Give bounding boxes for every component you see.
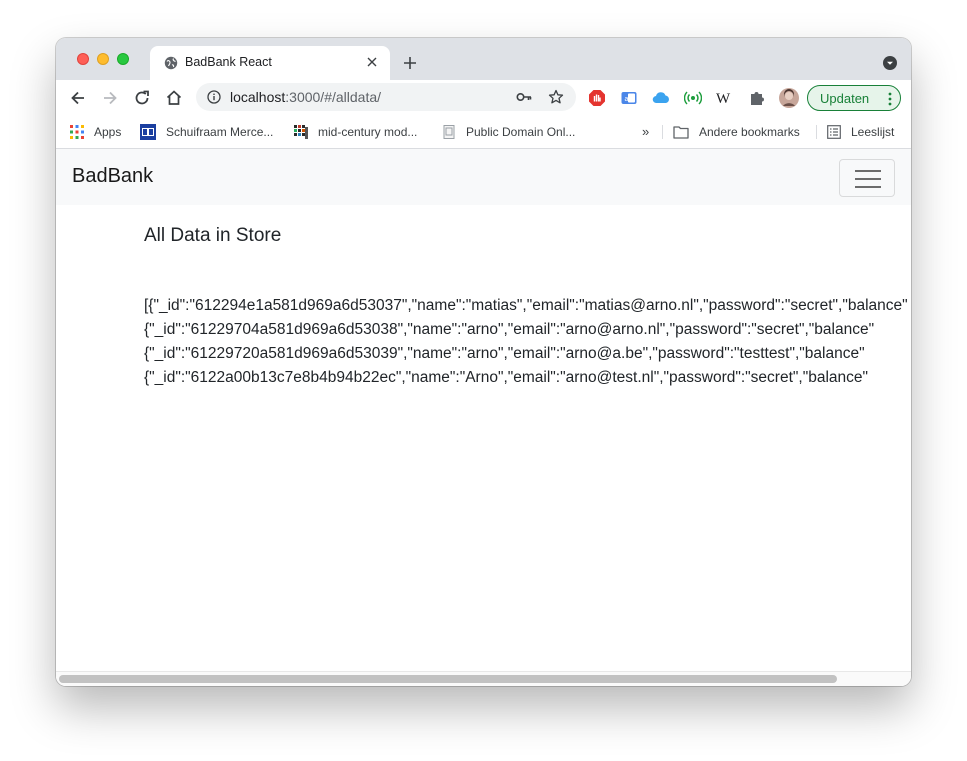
bookmarks-bar: Apps Schuifraam Merce... mid-century mod… — [56, 116, 911, 149]
cloud-extension-icon[interactable] — [652, 89, 670, 107]
reading-list-icon — [827, 125, 841, 139]
navbar-toggle-button[interactable] — [839, 159, 895, 197]
site-favicon-icon — [140, 124, 156, 140]
avatar[interactable] — [779, 88, 799, 108]
hamburger-icon — [855, 178, 881, 180]
more-menu-icon[interactable] — [888, 92, 892, 106]
bookmark-apps[interactable]: Apps — [70, 124, 121, 140]
extensions-puzzle-icon[interactable] — [748, 89, 766, 107]
broadcast-extension-icon[interactable] — [684, 89, 702, 107]
app-navbar: BadBank — [56, 149, 911, 205]
globe-icon — [164, 56, 178, 70]
tab-strip: BadBank React — [56, 38, 911, 80]
close-window-button[interactable] — [77, 53, 89, 65]
forward-arrow-icon[interactable] — [100, 88, 120, 108]
zoom-window-button[interactable] — [117, 53, 129, 65]
bookmarks-divider — [816, 125, 817, 139]
apps-grid-icon — [70, 125, 84, 139]
reload-icon[interactable] — [132, 88, 152, 108]
bookmark-public-domain[interactable]: Public Domain Onl... — [442, 124, 575, 140]
home-icon[interactable] — [164, 88, 184, 108]
info-icon[interactable] — [207, 90, 221, 104]
new-tab-icon[interactable] — [400, 53, 420, 73]
address-bar[interactable]: localhost:3000/#/alldata/ — [196, 83, 576, 111]
url-text: localhost:3000/#/alldata/ — [230, 89, 381, 105]
page-favicon-icon — [443, 125, 455, 139]
hamburger-icon — [855, 186, 881, 188]
close-tab-icon[interactable] — [364, 54, 380, 70]
bookmark-leeslijst[interactable]: Leeslijst — [827, 124, 894, 140]
folder-icon — [673, 126, 689, 139]
scrollbar-thumb[interactable] — [59, 675, 837, 683]
bookmark-schuifraam[interactable]: Schuifraam Merce... — [140, 124, 273, 140]
data-record-line: {"_id":"61229720a581d969a6d53039","name"… — [144, 345, 865, 362]
browser-toolbar: localhost:3000/#/alldata/ a W Updaten — [56, 80, 911, 116]
key-icon[interactable] — [516, 90, 532, 104]
update-browser-button[interactable]: Updaten — [807, 85, 901, 111]
tab-title: BadBank React — [185, 55, 272, 69]
tab-badbank[interactable]: BadBank React — [150, 46, 390, 80]
tab-search-icon[interactable] — [883, 56, 897, 70]
url-path: :3000/#/alldata/ — [285, 89, 382, 105]
data-record-line: {"_id":"61229704a581d969a6d53038","name"… — [144, 321, 875, 338]
bookmark-mid-century[interactable]: mid-century mod... — [294, 124, 417, 140]
horizontal-scrollbar[interactable] — [56, 671, 911, 686]
page-title: All Data in Store — [144, 225, 282, 246]
minimize-window-button[interactable] — [97, 53, 109, 65]
url-host: localhost — [230, 89, 286, 105]
bookmark-andere[interactable]: Andere bookmarks — [673, 124, 800, 140]
adblock-extension-icon[interactable] — [588, 89, 606, 107]
update-button-label: Updaten — [820, 91, 870, 106]
more-bookmarks-chevron-icon[interactable]: » — [642, 124, 649, 139]
svg-text:a: a — [625, 96, 629, 103]
bookmarks-divider — [662, 125, 663, 139]
wikipedia-extension-icon[interactable]: W — [716, 89, 734, 107]
site-favicon-icon — [294, 125, 308, 139]
back-arrow-icon[interactable] — [68, 88, 88, 108]
navbar-brand[interactable]: BadBank — [72, 165, 153, 188]
data-record-line: [{"_id":"612294e1a581d969a6d53037","name… — [144, 297, 908, 314]
svg-text:W: W — [716, 91, 731, 107]
bookmark-star-icon[interactable] — [548, 89, 564, 105]
translate-extension-icon[interactable]: a — [620, 89, 638, 107]
page-viewport: BadBank All Data in Store [{"_id":"61229… — [56, 149, 911, 686]
hamburger-icon — [855, 170, 881, 172]
data-record-line: {"_id":"6122a00b13c7e8b4b94b22ec","name"… — [144, 369, 869, 386]
browser-window: BadBank React localhost:3000/#/alldata/ … — [56, 38, 911, 686]
